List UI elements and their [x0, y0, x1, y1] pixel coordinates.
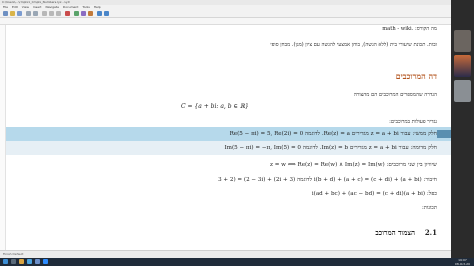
subsection-number: 2.1: [424, 228, 437, 237]
search-icon[interactable]: [11, 259, 16, 264]
copy-icon[interactable]: [49, 11, 54, 16]
properties-label: תכונות:: [422, 205, 437, 211]
paste-icon[interactable]: [56, 11, 61, 16]
desktop-screen: C:\Users\…\rmplx1_Cmplx_Numbers.lyx - Ly…: [0, 0, 474, 266]
video-call-panel: [451, 0, 474, 258]
real-part-definition: חלק ממשי: עבור z = a + bi מגדירים Re(z) …: [229, 131, 437, 137]
lyx-editor-window: C:\Users\…\rmplx1_Cmplx_Numbers.lyx - Ly…: [0, 0, 451, 258]
file-explorer-icon[interactable]: [19, 259, 24, 264]
figure-icon[interactable]: [88, 11, 93, 16]
document-area[interactable]: מה הקורס: .math - wiki ובות. תכונת שיעור…: [6, 25, 451, 250]
new-file-icon[interactable]: [3, 11, 8, 16]
update-pdf-icon[interactable]: [104, 11, 109, 16]
section-title: דה המרוכבים: [395, 71, 437, 81]
status-bar: Finish Default: [0, 250, 451, 258]
addition-definition: חיבור: (a + bi) + (c + di) = (a + c) + (…: [218, 177, 437, 183]
imag-part-definition: חלק מדומה: עבור z = a + bi מגדירים Im(z)…: [224, 145, 437, 151]
table-icon[interactable]: [81, 11, 86, 16]
redo-icon[interactable]: [33, 11, 38, 16]
intro-paragraph: ובות. תכונת שיעורי בית (ללא הגשה), בוחן …: [270, 42, 437, 48]
equality-definition: שיוויון בין שני מרוכבים: z = w ⟺ Re(z) =…: [269, 162, 437, 168]
find-icon[interactable]: [65, 11, 70, 16]
operations-label: נגדיר פעולות במרוכבים:: [389, 119, 437, 125]
course-info-line: מה הקורס: .math - wiki: [382, 26, 437, 32]
document-tabs: [0, 18, 451, 25]
clock-date: 08-Oct-20: [454, 262, 470, 266]
participant-video[interactable]: [454, 30, 471, 52]
complex-set-formula: C = {a + bi: a, b ∈ ℝ}: [181, 103, 249, 110]
definition-line: הגדרה שהמספרים המרוכבים הם מהצורה: [353, 92, 437, 98]
multiplication-definition: כפל: (a + bi)(c + di) = (ac − bd) + (ad …: [311, 191, 437, 197]
row-marker: [437, 130, 451, 138]
open-folder-icon[interactable]: [10, 11, 15, 16]
start-icon[interactable]: [3, 259, 8, 264]
lyx-app-icon[interactable]: [35, 259, 40, 264]
video-app-icon[interactable]: [43, 259, 48, 264]
system-clock[interactable]: 19:07 08-Oct-20: [455, 258, 470, 266]
taskbar: 19:07 08-Oct-20: [0, 258, 474, 266]
participant-video[interactable]: [454, 80, 471, 102]
subsection-title: 2.1 הצמוד המרוכב: [375, 228, 437, 237]
view-pdf-icon[interactable]: [97, 11, 102, 16]
subsection-name: הצמוד המרוכב: [375, 228, 416, 237]
cut-icon[interactable]: [42, 11, 47, 16]
participant-video[interactable]: [454, 55, 471, 77]
toolbar: [0, 10, 451, 18]
save-icon[interactable]: [17, 11, 22, 16]
math-icon[interactable]: [74, 11, 79, 16]
browser-icon[interactable]: [27, 259, 32, 264]
undo-icon[interactable]: [26, 11, 31, 16]
